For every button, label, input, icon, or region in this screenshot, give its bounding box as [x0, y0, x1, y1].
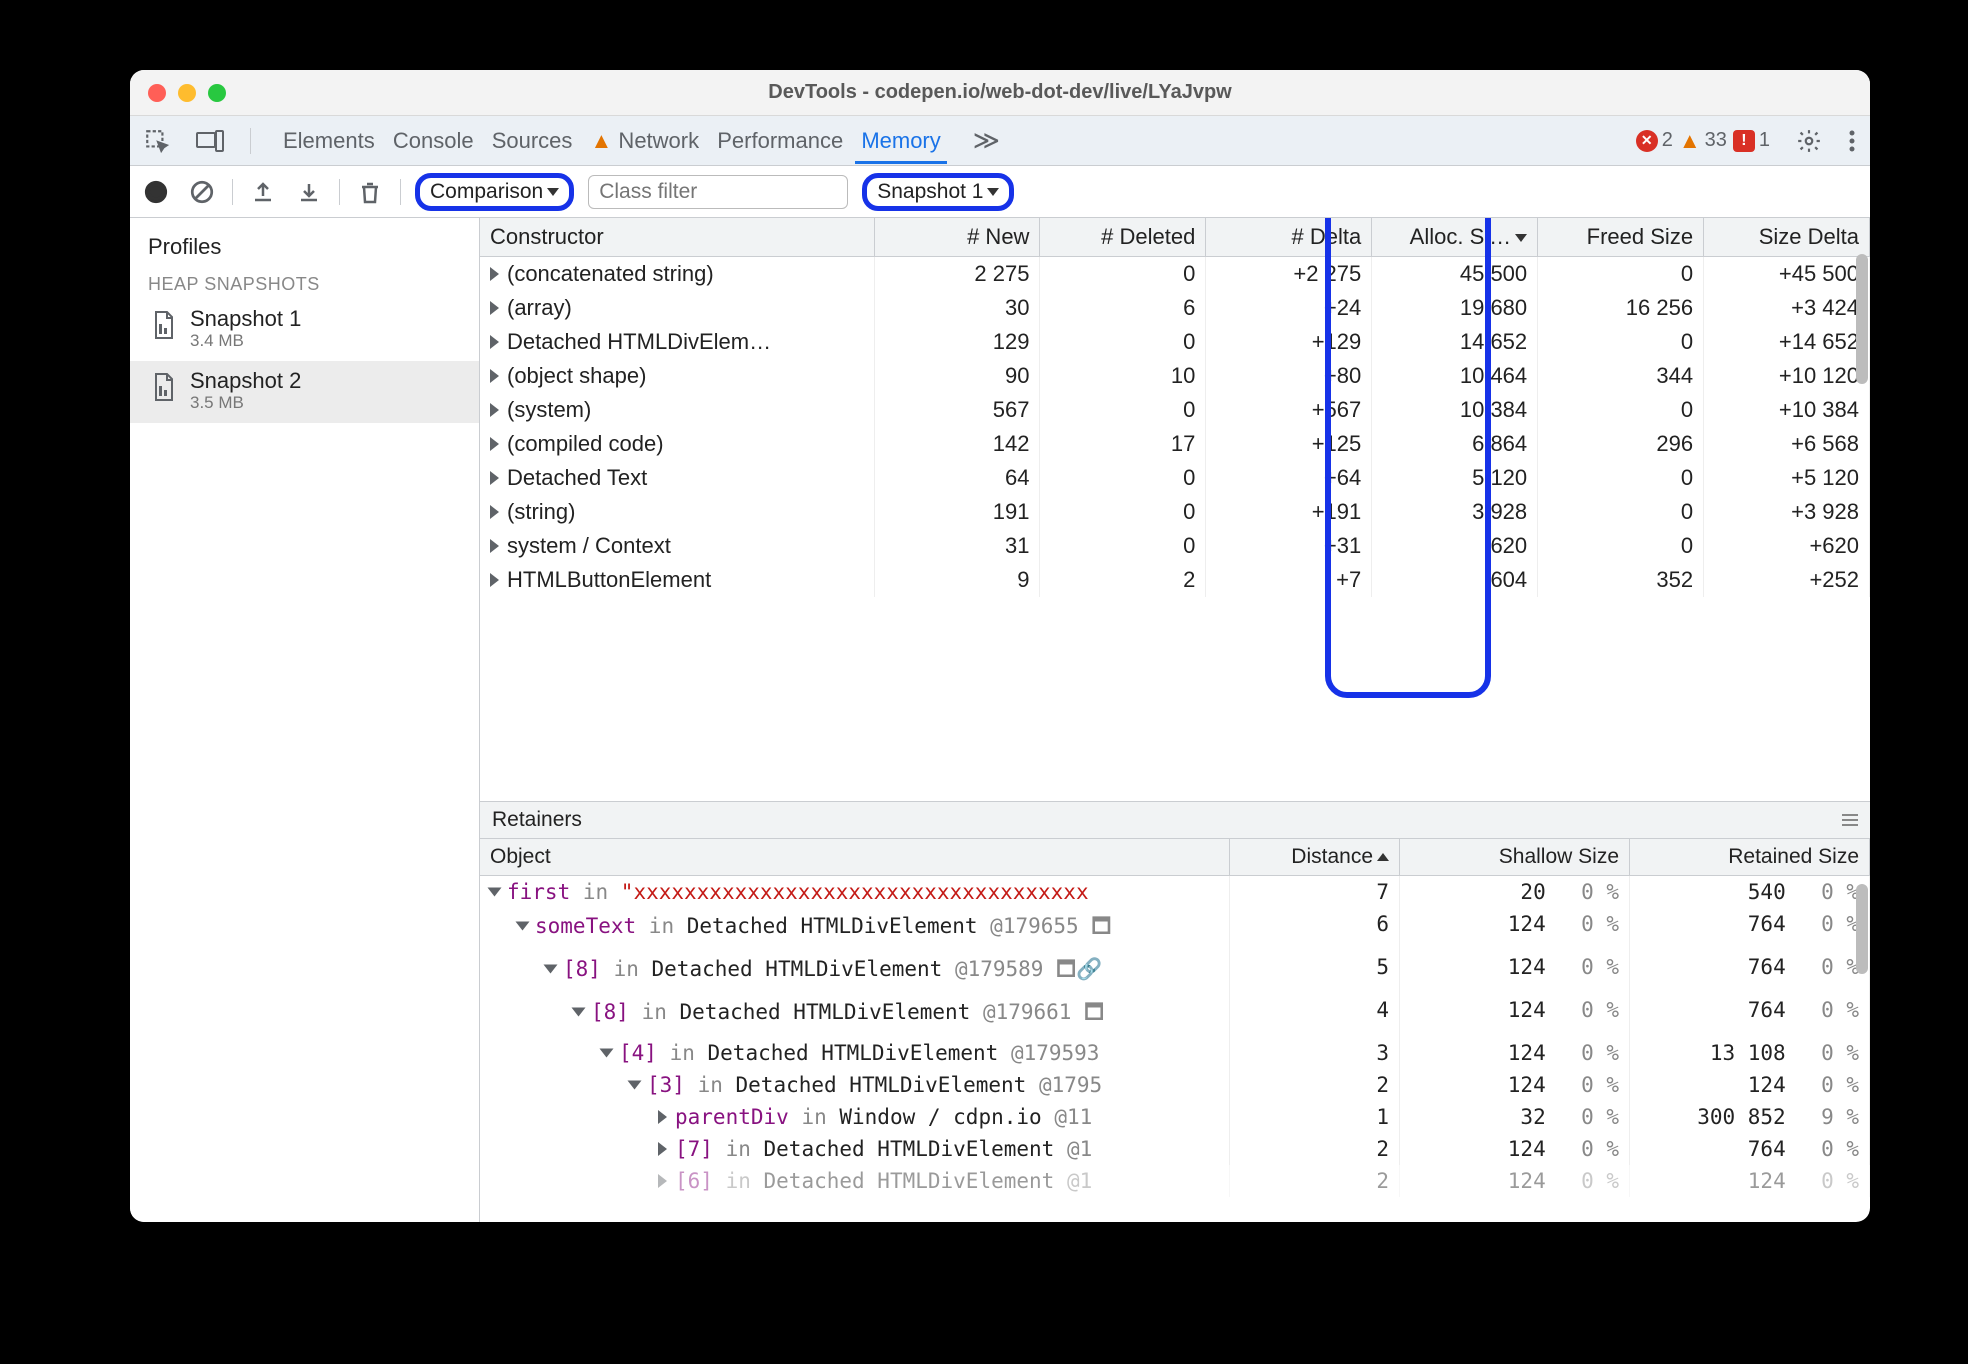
expand-icon[interactable] — [490, 573, 499, 587]
retainer-row[interactable]: parentDiv in Window / cdpn.io @11 1 32 0… — [480, 1101, 1870, 1133]
tab-performance[interactable]: Performance — [711, 118, 849, 161]
table-row[interactable]: HTMLButtonElement 9 2 +7 604 352 +252 — [480, 563, 1870, 597]
retainer-row[interactable]: [8] in Detached HTMLDivElement @179589 🗖… — [480, 951, 1870, 994]
settings-icon[interactable] — [1796, 128, 1822, 154]
tab-memory[interactable]: Memory — [855, 118, 946, 164]
retainer-row[interactable]: [8] in Detached HTMLDivElement @179661 🗖… — [480, 994, 1870, 1037]
retainers-column-header[interactable]: Shallow Size — [1400, 839, 1630, 875]
expand-icon[interactable] — [516, 922, 530, 931]
table-row[interactable]: (string) 191 0 +191 3 928 0 +3 928 — [480, 495, 1870, 529]
table-row[interactable]: Detached HTMLDivElem… 129 0 +129 14 652 … — [480, 325, 1870, 359]
expand-icon[interactable] — [490, 301, 499, 315]
compare-to-select[interactable]: Snapshot 1 — [862, 173, 1014, 211]
profiles-sidebar: Profiles HEAP SNAPSHOTS Snapshot 1 3.4 M… — [130, 218, 480, 1222]
class-filter-input[interactable] — [588, 175, 848, 209]
record-button[interactable] — [140, 176, 172, 208]
column-header[interactable]: # Deleted — [1040, 218, 1206, 257]
issue-count[interactable]: !1 — [1733, 129, 1770, 152]
error-count[interactable]: ✕2 — [1636, 129, 1673, 152]
snapshot-name: Snapshot 1 — [190, 307, 301, 331]
expand-icon[interactable] — [490, 505, 499, 519]
memory-toolbar: Comparison Snapshot 1 — [130, 166, 1870, 218]
retainers-column-header[interactable]: Distance — [1230, 839, 1400, 875]
table-row[interactable]: (concatenated string) 2 275 0 +2 275 45 … — [480, 257, 1870, 292]
comparison-table: Constructor# New# Deleted# DeltaAlloc. S… — [480, 218, 1870, 802]
table-scrollbar[interactable] — [1856, 254, 1868, 384]
snapshot-item[interactable]: Snapshot 1 3.4 MB — [130, 299, 479, 361]
column-header[interactable]: Size Delta — [1704, 218, 1870, 257]
expand-icon[interactable] — [490, 369, 499, 383]
retainers-column-header[interactable]: Object — [480, 839, 1230, 875]
zoom-window-button[interactable] — [208, 84, 226, 102]
expand-icon[interactable] — [600, 1049, 614, 1058]
expand-icon[interactable] — [490, 437, 499, 451]
retainers-scrollbar[interactable] — [1856, 884, 1868, 974]
view-mode-select[interactable]: Comparison — [415, 173, 574, 211]
expand-icon[interactable] — [628, 1081, 642, 1090]
tab-sources[interactable]: Sources — [486, 118, 579, 161]
device-toolbar-icon[interactable] — [196, 130, 224, 152]
tab-console[interactable]: Console — [387, 118, 480, 161]
retainers-menu-icon[interactable] — [1842, 814, 1858, 826]
inspect-element-icon[interactable] — [144, 128, 170, 154]
snapshot-file-icon — [152, 372, 178, 402]
column-header[interactable]: Constructor — [480, 218, 874, 257]
clear-button[interactable] — [186, 176, 218, 208]
minimize-window-button[interactable] — [178, 84, 196, 102]
retainer-row[interactable]: first in "xxxxxxxxxxxxxxxxxxxxxxxxxxxxxx… — [480, 876, 1870, 908]
expand-icon[interactable] — [490, 539, 499, 553]
table-row[interactable]: (object shape) 90 10 +80 10 464 344 +10 … — [480, 359, 1870, 393]
retainers-header: Retainers — [492, 808, 582, 832]
snapshot-size: 3.4 MB — [190, 331, 301, 351]
expand-icon[interactable] — [490, 471, 499, 485]
expand-icon[interactable] — [544, 965, 558, 974]
expand-icon[interactable] — [658, 1142, 667, 1156]
expand-icon[interactable] — [490, 403, 499, 417]
retainer-row[interactable]: someText in Detached HTMLDivElement @179… — [480, 908, 1870, 951]
retainers-panel: Retainers ObjectDistanceShallow SizeReta… — [480, 802, 1870, 1222]
expand-icon[interactable] — [488, 888, 502, 897]
expand-icon[interactable] — [572, 1008, 586, 1017]
devtools-window: DevTools - codepen.io/web-dot-dev/live/L… — [130, 70, 1870, 1222]
gc-icon[interactable] — [354, 176, 386, 208]
snapshot-name: Snapshot 2 — [190, 369, 301, 393]
expand-icon[interactable] — [490, 267, 499, 281]
table-row[interactable]: Detached Text 64 0 +64 5 120 0 +5 120 — [480, 461, 1870, 495]
expand-icon[interactable] — [490, 335, 499, 349]
titlebar: DevTools - codepen.io/web-dot-dev/live/L… — [130, 70, 1870, 116]
table-row[interactable]: system / Context 31 0 +31 620 0 +620 — [480, 529, 1870, 563]
kebab-menu-icon[interactable] — [1848, 129, 1856, 153]
warning-count[interactable]: ▲33 — [1679, 128, 1727, 154]
table-row[interactable]: (array) 30 6 +24 19 680 16 256 +3 424 — [480, 291, 1870, 325]
profiles-header: Profiles — [130, 218, 479, 266]
column-header[interactable]: # New — [874, 218, 1040, 257]
load-profile-icon[interactable] — [247, 176, 279, 208]
heap-snapshots-label: HEAP SNAPSHOTS — [130, 266, 479, 299]
panel-tabs: Elements Console Sources ▲ Network Perfo… — [130, 116, 1870, 166]
retainer-row[interactable]: [4] in Detached HTMLDivElement @179593 3… — [480, 1037, 1870, 1069]
tab-network[interactable]: ▲ Network — [585, 118, 706, 161]
table-row[interactable]: (compiled code) 142 17 +125 6 864 296 +6… — [480, 427, 1870, 461]
expand-icon[interactable] — [658, 1174, 667, 1188]
column-header[interactable]: Freed Size — [1538, 218, 1704, 257]
retainer-row[interactable]: [3] in Detached HTMLDivElement @1795 2 1… — [480, 1069, 1870, 1101]
window-title: DevTools - codepen.io/web-dot-dev/live/L… — [130, 81, 1870, 104]
snapshot-file-icon — [152, 310, 178, 340]
snapshot-item[interactable]: Snapshot 2 3.5 MB — [130, 361, 479, 423]
retainer-row[interactable]: [6] in Detached HTMLDivElement @1 2 124 … — [480, 1165, 1870, 1197]
table-header-row: Constructor# New# Deleted# DeltaAlloc. S… — [480, 218, 1870, 257]
column-header[interactable]: Alloc. Si… — [1372, 218, 1538, 257]
tab-elements[interactable]: Elements — [277, 118, 381, 161]
more-tabs-button[interactable]: ≫ — [973, 125, 1000, 156]
close-window-button[interactable] — [148, 84, 166, 102]
column-header[interactable]: # Delta — [1206, 218, 1372, 257]
retainer-row[interactable]: [7] in Detached HTMLDivElement @1 2 124 … — [480, 1133, 1870, 1165]
save-profile-icon[interactable] — [293, 176, 325, 208]
expand-icon[interactable] — [658, 1110, 667, 1124]
snapshot-size: 3.5 MB — [190, 393, 301, 413]
retainers-column-header[interactable]: Retained Size — [1630, 839, 1870, 875]
table-row[interactable]: (system) 567 0 +567 10 384 0 +10 384 — [480, 393, 1870, 427]
